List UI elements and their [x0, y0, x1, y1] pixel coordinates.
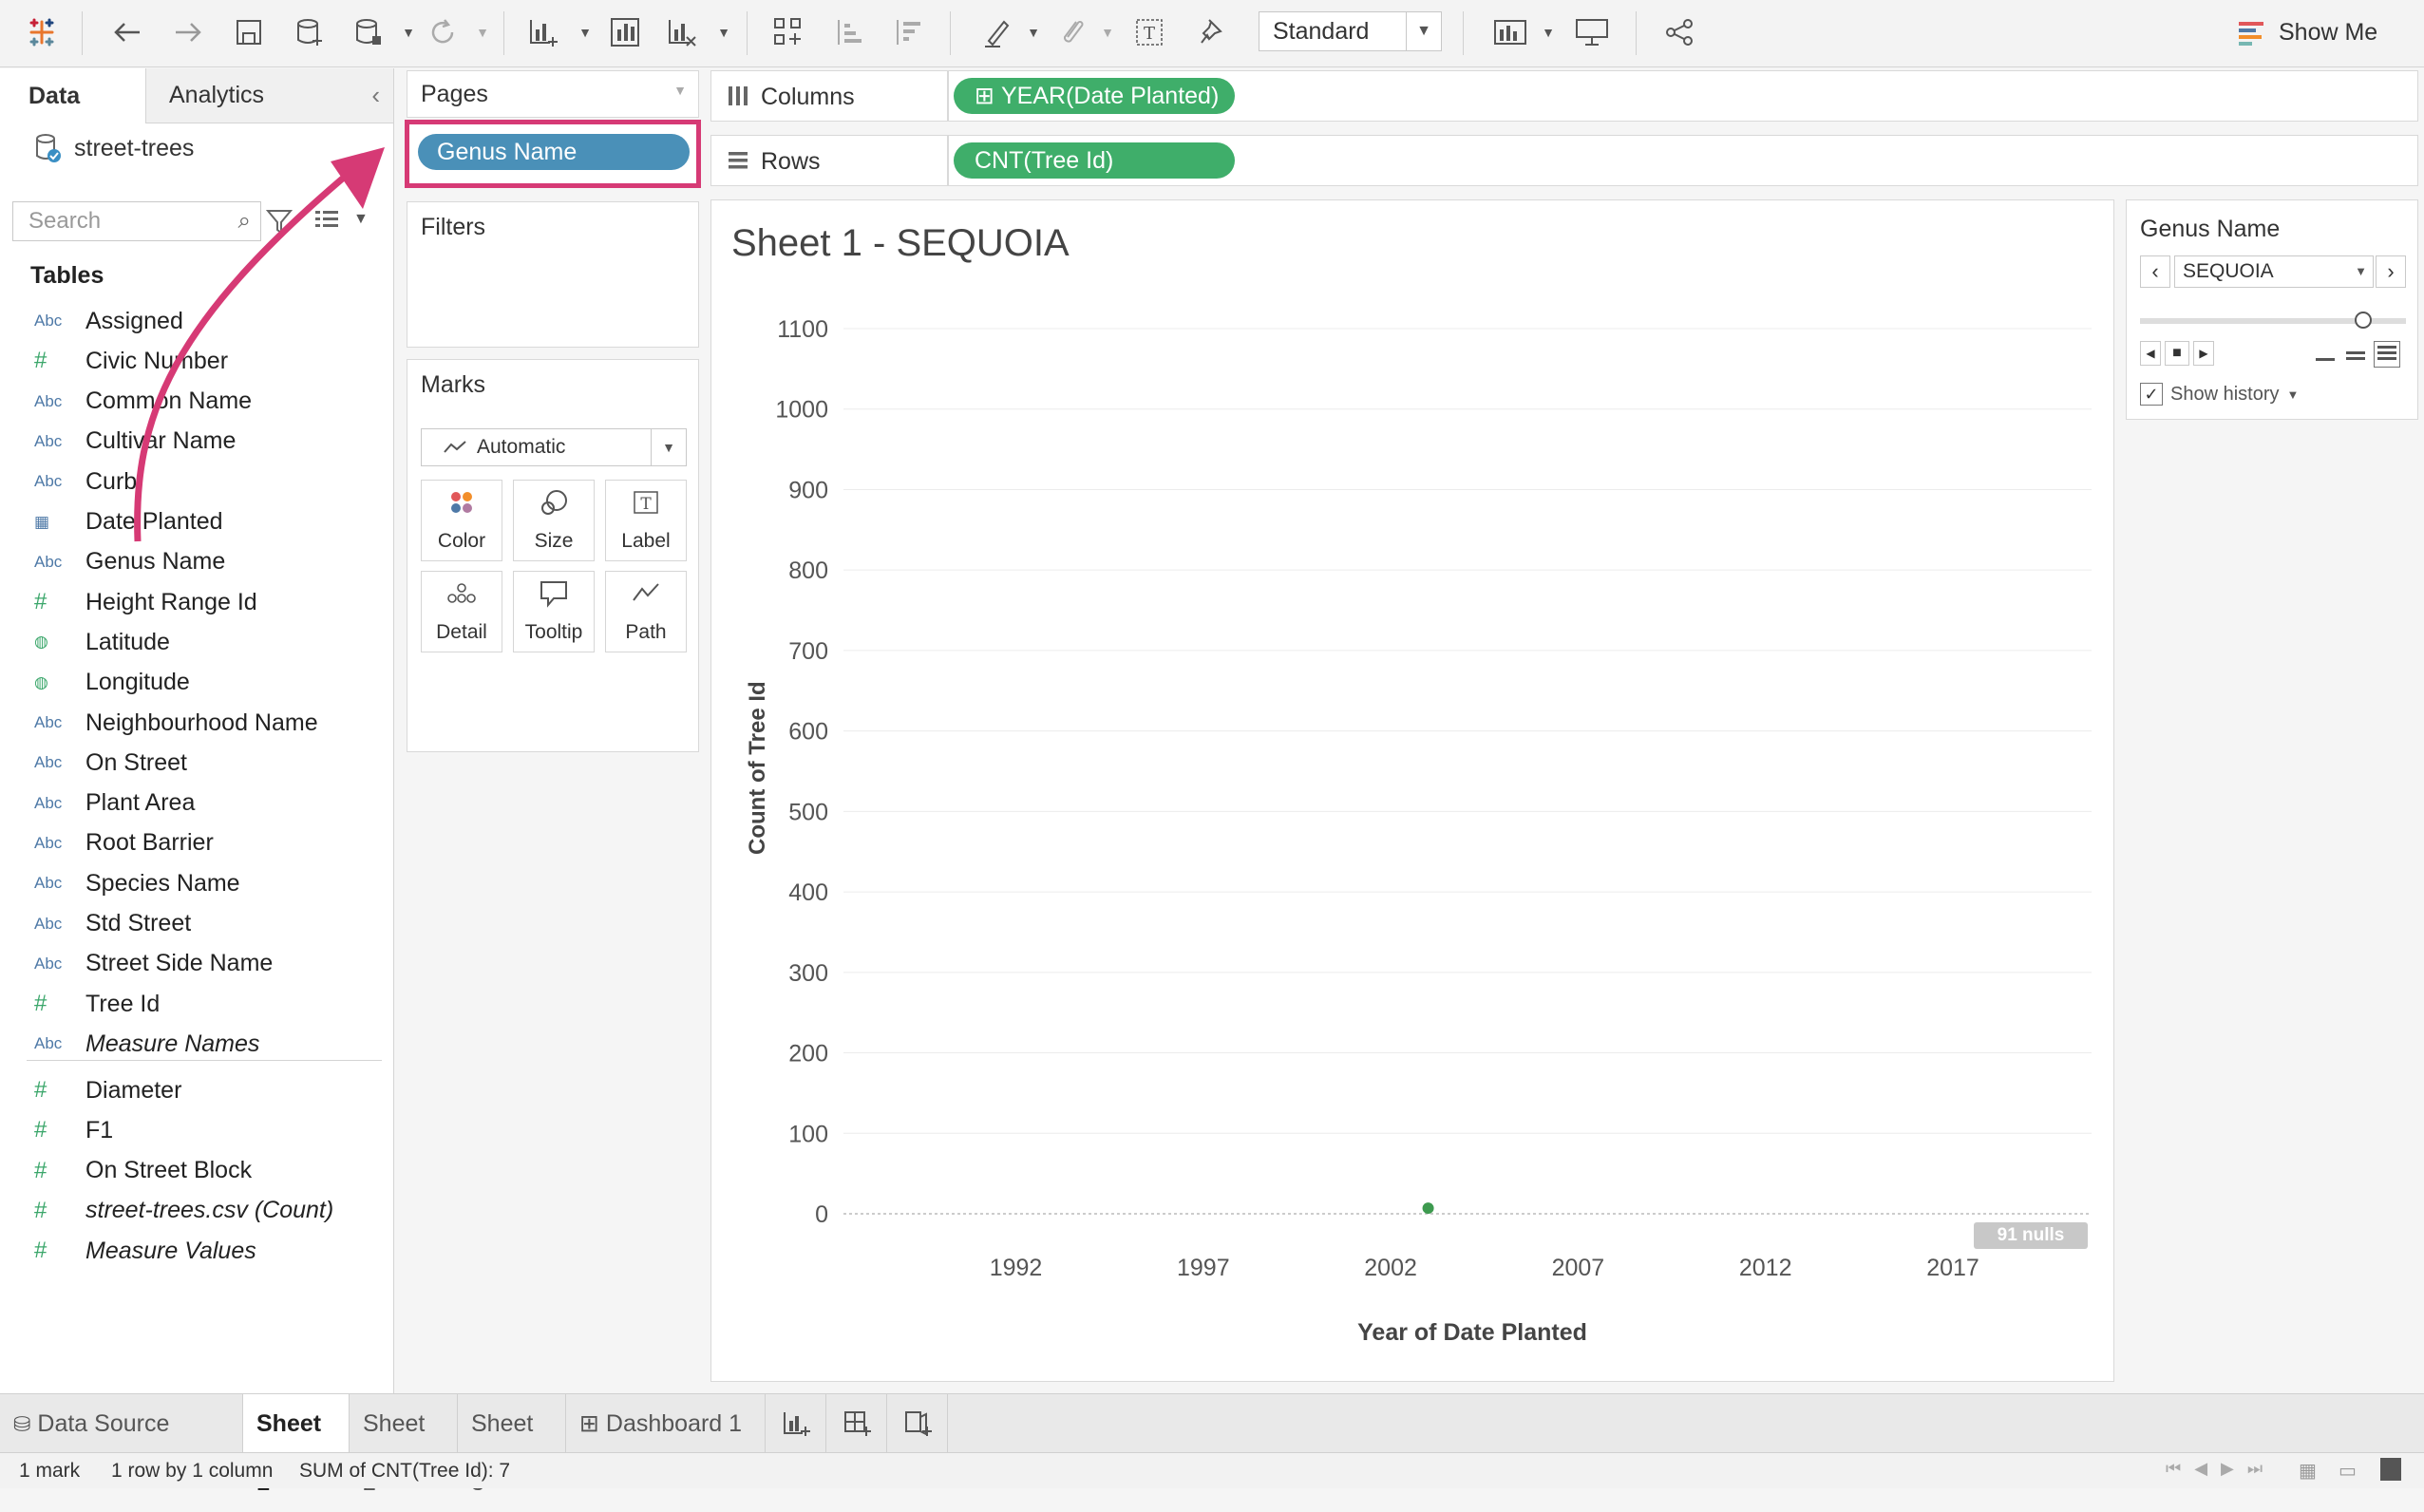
page-navigation-icons[interactable]: ⏮◀▶⏭	[2166, 1459, 2276, 1479]
page-slider-thumb[interactable]	[2355, 312, 2372, 329]
speed-fast-button[interactable]	[2374, 341, 2400, 368]
page-select-value: SEQUOIA	[2183, 260, 2274, 282]
tab-data-source-label: Data Source	[37, 1410, 170, 1437]
status-marks: 1 mark	[19, 1460, 81, 1482]
sheet-tab-bar: ⛁ Data Source Sheet 1 Sheet 2 Sheet 3 ⊞ …	[0, 1393, 2424, 1496]
speed-medium-button[interactable]	[2343, 343, 2368, 366]
x-tick-label: 2012	[1739, 1255, 1792, 1281]
y-tick-label: 700	[788, 638, 828, 665]
checkbox-checked-icon: ✓	[2140, 383, 2163, 406]
y-tick-label: 1100	[777, 316, 828, 343]
show-history-toggle[interactable]: ✓ Show history ▼	[2140, 383, 2299, 406]
tab-view-icon[interactable]	[2380, 1458, 2401, 1481]
play-back-button[interactable]: ◀	[2140, 341, 2161, 366]
film-strip-icon[interactable]: ▭	[2339, 1459, 2357, 1483]
stop-button[interactable]: ■	[2165, 341, 2189, 366]
page-next-button[interactable]: ›	[2376, 255, 2406, 288]
grid-view-icon[interactable]: ▦	[2299, 1459, 2317, 1483]
new-dashboard-tab-button[interactable]	[826, 1394, 887, 1453]
y-tick-label: 600	[788, 719, 828, 746]
new-dashboard-icon	[843, 1411, 871, 1436]
chevron-down-icon: ▼	[2286, 387, 2300, 402]
tab-sheet-2[interactable]: Sheet 2	[350, 1394, 458, 1496]
data-point[interactable]	[1422, 1202, 1434, 1215]
new-story-tab-button[interactable]	[887, 1394, 948, 1453]
new-story-icon	[904, 1411, 932, 1436]
new-worksheet-tab-button[interactable]	[766, 1394, 826, 1453]
tab-sheet-1[interactable]: Sheet 1	[243, 1394, 350, 1496]
y-tick-label: 400	[788, 879, 828, 906]
x-tick-label: 2002	[1364, 1255, 1417, 1281]
x-tick-label: 2017	[1926, 1255, 1979, 1281]
status-bar: 1 mark 1 row by 1 column SUM of CNT(Tree…	[0, 1452, 2424, 1488]
page-select[interactable]: SEQUOIA ▼	[2174, 255, 2374, 288]
y-tick-label: 800	[788, 558, 828, 584]
tab-dashboard-1[interactable]: ⊞ Dashboard 1	[566, 1394, 766, 1453]
database-icon: ⛁	[13, 1412, 31, 1436]
page-prev-button[interactable]: ‹	[2140, 255, 2170, 288]
y-tick-label: 200	[788, 1041, 828, 1068]
chevron-down-icon: ▼	[2355, 264, 2367, 278]
nulls-indicator[interactable]: 91 nulls	[1974, 1222, 2088, 1249]
page-control-title: Genus Name	[2140, 216, 2281, 242]
x-tick-label: 1997	[1177, 1255, 1230, 1281]
x-tick-label: 1992	[990, 1255, 1043, 1281]
y-tick-label: 0	[815, 1201, 828, 1228]
x-tick-label: 2007	[1552, 1255, 1605, 1281]
page-control-card: Genus Name ‹ SEQUOIA ▼ › ◀ ■ ▶ ✓ Show hi…	[2126, 199, 2418, 420]
y-tick-label: 100	[788, 1121, 828, 1147]
play-forward-button[interactable]: ▶	[2193, 341, 2214, 366]
tab-dashboard-label: Dashboard 1	[605, 1410, 743, 1437]
status-dimensions: 1 row by 1 column	[111, 1460, 274, 1482]
new-worksheet-icon	[783, 1412, 810, 1436]
y-tick-label: 500	[788, 799, 828, 825]
y-tick-label: 1000	[775, 397, 828, 424]
tab-sheet-3[interactable]: Sheet 3	[458, 1394, 566, 1496]
tab-data-source[interactable]: ⛁ Data Source	[0, 1394, 243, 1453]
status-sum: SUM of CNT(Tree Id): 7	[299, 1460, 511, 1482]
chart-svg: 110010009008007006005004003002001000 199…	[775, 316, 2092, 1281]
show-history-label: Show history	[2170, 383, 2280, 405]
dashboard-icon: ⊞	[579, 1410, 599, 1437]
speed-slow-button[interactable]	[2313, 343, 2338, 366]
y-tick-label: 900	[788, 477, 828, 503]
y-tick-label: 300	[788, 960, 828, 987]
